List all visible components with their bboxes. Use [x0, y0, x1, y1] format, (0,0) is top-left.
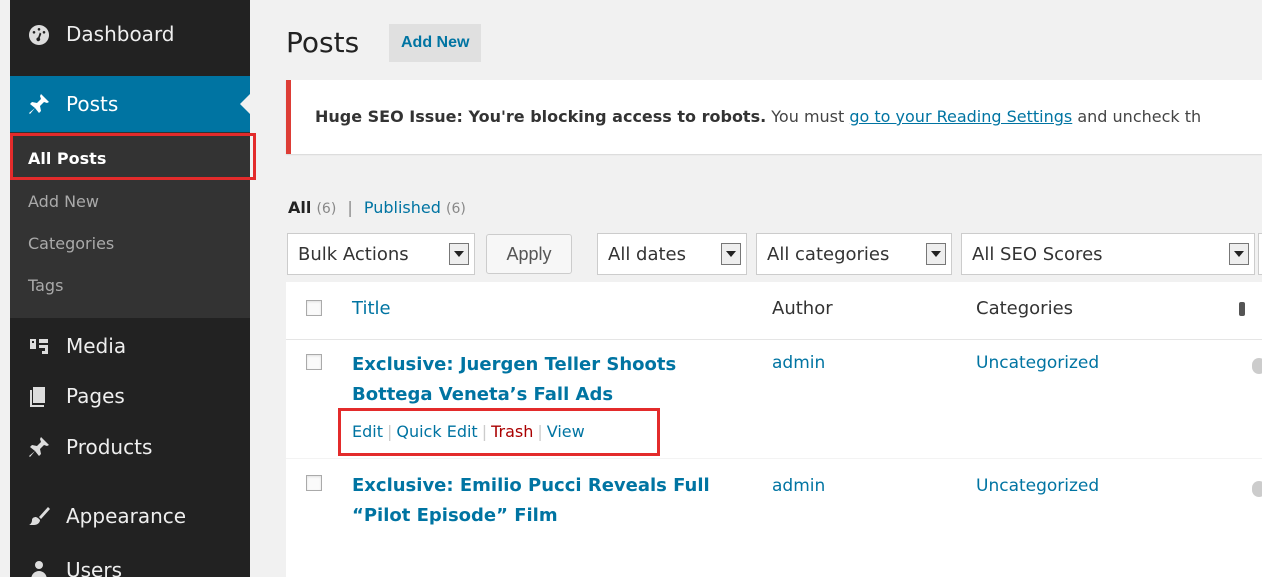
submenu-all-posts[interactable]: All Posts [28, 149, 106, 168]
apply-button[interactable]: Apply [486, 234, 572, 274]
sidebar-item-posts[interactable]: Posts [10, 76, 250, 132]
comment-count-bubble [1252, 481, 1262, 497]
post-title-line: Exclusive: Juergen Teller Shoots [352, 354, 677, 375]
bulk-actions-value: Bulk Actions [298, 243, 409, 265]
column-header-author: Author [772, 298, 833, 319]
media-icon [26, 333, 52, 359]
dates-filter-value: All dates [608, 243, 687, 265]
chevron-down-icon[interactable] [721, 243, 741, 265]
seo-scores-filter-select[interactable]: All SEO Scores [961, 233, 1255, 275]
bulk-actions-select[interactable]: Bulk Actions [287, 233, 475, 275]
notice-text: You must [766, 107, 850, 126]
filter-published-count: (6) [446, 201, 466, 217]
post-title-link[interactable]: Exclusive: Juergen Teller Shoots Bottega… [352, 350, 752, 410]
pin-icon [26, 434, 52, 460]
comments-column-icon [1239, 302, 1245, 316]
notice-text-rest: and uncheck th [1072, 107, 1202, 126]
post-title-link[interactable]: Exclusive: Emilio Pucci Reveals Full “Pi… [352, 471, 752, 531]
sidebar-item-media[interactable]: Media [10, 326, 250, 366]
admin-sidebar: Dashboard Posts All Posts Add New Catego… [10, 0, 250, 577]
sidebar-item-users[interactable]: Users [10, 550, 250, 577]
categories-filter-value: All categories [767, 243, 890, 265]
action-separator: | [386, 422, 393, 441]
table-row: Exclusive: Juergen Teller Shoots Bottega… [286, 340, 1262, 458]
chevron-down-icon[interactable] [449, 243, 469, 265]
sidebar-item-label: Posts [66, 92, 119, 116]
action-separator: | [481, 422, 488, 441]
submenu-tags[interactable]: Tags [28, 276, 63, 295]
sidebar-item-products[interactable]: Products [10, 427, 250, 467]
column-header-categories: Categories [976, 298, 1074, 319]
user-icon [26, 557, 52, 577]
table-header-row: Title Author Categories [286, 282, 1262, 340]
sidebar-item-label: Dashboard [66, 22, 175, 46]
submenu-categories[interactable]: Categories [28, 234, 114, 253]
sidebar-item-label: Pages [66, 384, 125, 408]
reading-settings-link[interactable]: go to your Reading Settings [849, 107, 1072, 126]
sidebar-item-pages[interactable]: Pages [10, 376, 250, 416]
comment-count-bubble [1252, 358, 1262, 374]
pages-icon [26, 383, 52, 409]
post-category-link[interactable]: Uncategorized [976, 476, 1099, 496]
filter-all-link[interactable]: All [288, 198, 311, 217]
quick-edit-link[interactable]: Quick Edit [396, 422, 477, 441]
action-separator: | [537, 422, 543, 441]
posts-table: Title Author Categories Exclusive: Juerg… [286, 282, 1262, 577]
dates-filter-select[interactable]: All dates [597, 233, 747, 275]
paintbrush-icon [26, 503, 52, 529]
page-title: Posts [286, 26, 360, 59]
dashboard-icon [26, 21, 52, 47]
post-category-link[interactable]: Uncategorized [976, 353, 1099, 373]
extra-filter-select[interactable] [1258, 233, 1262, 275]
table-row: Exclusive: Emilio Pucci Reveals Full “Pi… [286, 458, 1262, 538]
categories-filter-select[interactable]: All categories [756, 233, 952, 275]
chevron-down-icon[interactable] [926, 243, 946, 265]
add-new-button[interactable]: Add New [389, 24, 482, 62]
submenu-add-new[interactable]: Add New [28, 192, 99, 211]
posts-submenu: All Posts Add New Categories Tags [10, 132, 250, 318]
seo-scores-filter-value: All SEO Scores [972, 243, 1103, 265]
notice-bold-text: Huge SEO Issue: You're blocking access t… [315, 107, 767, 126]
post-author-link[interactable]: admin [772, 353, 825, 373]
post-title-line: Exclusive: Emilio Pucci Reveals Full [352, 475, 710, 496]
seo-warning-notice: Huge SEO Issue: You're blocking access t… [286, 80, 1262, 154]
filter-separator: | [347, 198, 353, 217]
status-filters: All (6) | Published (6) [288, 198, 466, 217]
post-author-link[interactable]: admin [772, 476, 825, 496]
sidebar-item-label: Users [66, 558, 123, 577]
sidebar-item-appearance[interactable]: Appearance [10, 496, 250, 536]
row-checkbox[interactable] [306, 475, 322, 491]
select-all-checkbox[interactable] [306, 300, 322, 316]
view-link[interactable]: View [547, 422, 585, 441]
row-checkbox[interactable] [306, 354, 322, 370]
trash-link[interactable]: Trash [491, 422, 533, 441]
post-title-line: Bottega Veneta’s Fall Ads [352, 384, 614, 405]
sidebar-item-label: Appearance [66, 504, 187, 528]
chevron-down-icon[interactable] [1229, 243, 1249, 265]
column-header-title[interactable]: Title [352, 298, 391, 319]
sidebar-item-label: Products [66, 435, 153, 459]
pin-icon [26, 91, 52, 117]
sidebar-item-dashboard[interactable]: Dashboard [10, 12, 250, 56]
sidebar-item-label: Media [66, 334, 127, 358]
row-actions: Edit | Quick Edit | Trash | View [352, 422, 585, 441]
current-menu-arrow [240, 94, 250, 114]
post-title-line: “Pilot Episode” Film [352, 505, 558, 526]
filter-published-link[interactable]: Published [364, 198, 441, 217]
filter-all-count: (6) [316, 201, 337, 217]
edit-link[interactable]: Edit [352, 422, 383, 441]
